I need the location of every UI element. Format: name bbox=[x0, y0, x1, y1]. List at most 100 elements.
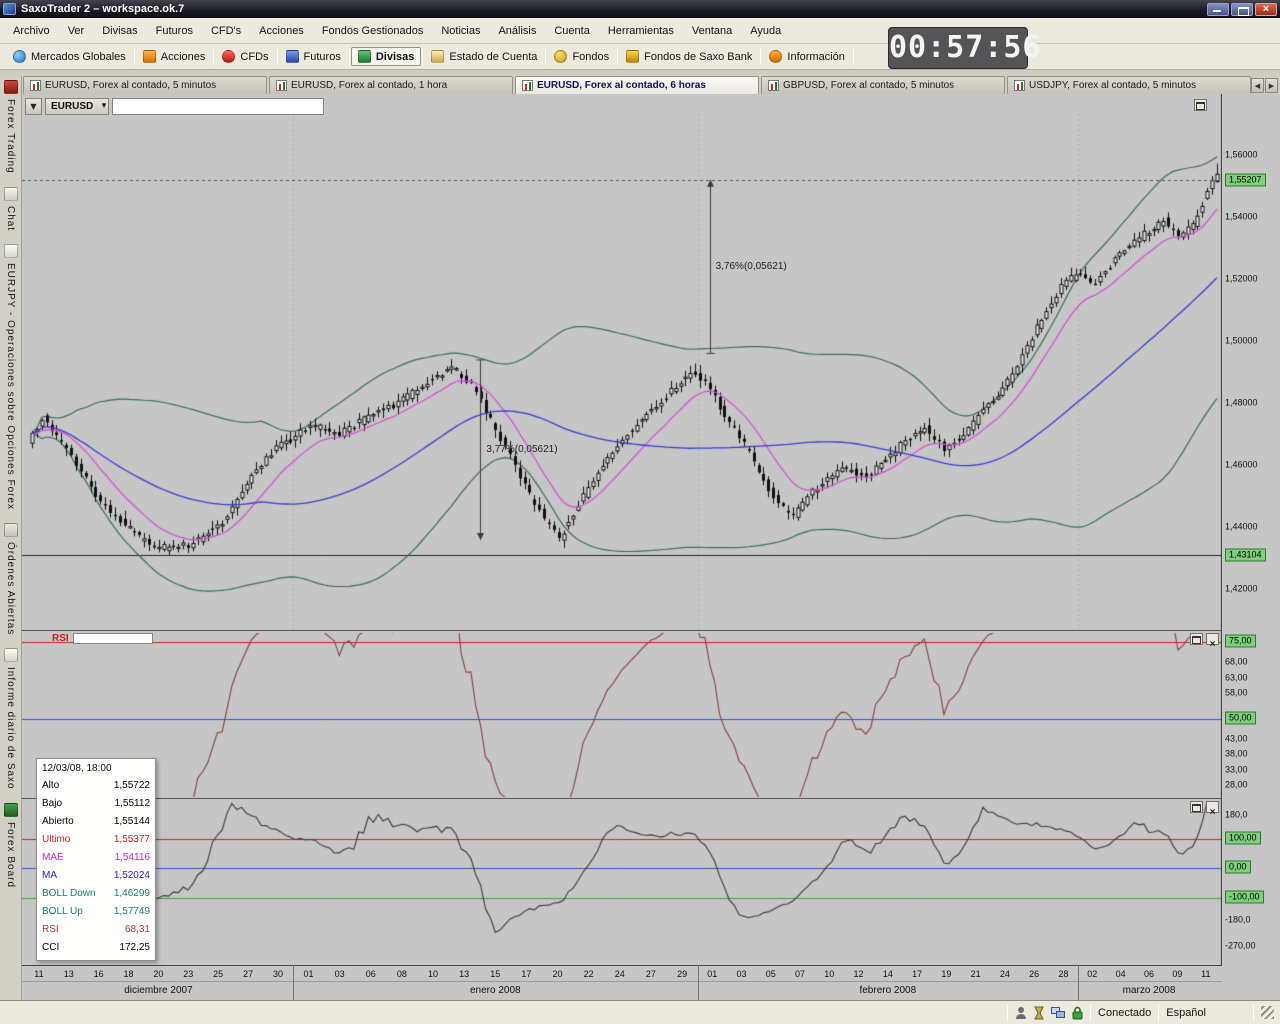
sidebar-item-ordenes-abiertas[interactable]: Órdenes Abiertas bbox=[4, 523, 18, 635]
menu-futuros[interactable]: Futuros bbox=[147, 20, 202, 42]
price-tick: 1,48000 bbox=[1225, 398, 1258, 409]
month-label: marzo 2008 bbox=[1123, 985, 1176, 996]
date-tick: 24 bbox=[615, 969, 625, 979]
sidebar-item-eurjpy-operaciones-sobre-opciones-forex[interactable]: EURJPY - Operaciones sobre Opciones Fore… bbox=[4, 244, 18, 510]
price-axis[interactable]: 1,560001,540001,520001,500001,480001,460… bbox=[1222, 94, 1280, 1000]
menu-acciones[interactable]: Acciones bbox=[250, 20, 313, 42]
statusbar-separator bbox=[1007, 1005, 1008, 1021]
symbol-selector[interactable]: EURUSD bbox=[45, 98, 109, 115]
date-axis[interactable]: 1113161820232527300103060810131517202224… bbox=[22, 965, 1222, 981]
tooltip-row-label: Ultimo bbox=[42, 831, 70, 849]
menu-analisis[interactable]: Análisis bbox=[489, 20, 545, 42]
chart-tab-icon bbox=[522, 80, 533, 91]
measure-annotation-label: 3,77%(0,05621) bbox=[486, 444, 557, 455]
date-tick: 10 bbox=[428, 969, 438, 979]
chart-tab-icon bbox=[276, 80, 287, 91]
toolbar-acciones[interactable]: Acciones bbox=[136, 47, 213, 66]
month-label: enero 2008 bbox=[470, 985, 521, 996]
menu-ver[interactable]: Ver bbox=[59, 20, 94, 42]
sidebar-item-label: Chat bbox=[5, 206, 16, 231]
tooltip-row-label: RSI bbox=[42, 921, 59, 939]
menu-ayuda[interactable]: Ayuda bbox=[741, 20, 790, 42]
language-indicator: Español bbox=[1166, 1007, 1206, 1019]
tab-label: GBPUSD, Forex al contado, 5 minutos bbox=[783, 80, 954, 91]
rsi-tick: 38,00 bbox=[1225, 749, 1248, 760]
menu-ventana[interactable]: Ventana bbox=[683, 20, 741, 42]
toolbar-separator bbox=[760, 48, 761, 65]
menu-noticias[interactable]: Noticias bbox=[432, 20, 489, 42]
rsi-tick: 75,00 bbox=[1225, 635, 1256, 648]
price-tick: 1,54000 bbox=[1225, 212, 1258, 223]
rsi-input[interactable] bbox=[73, 633, 153, 644]
resize-grip-icon[interactable] bbox=[1261, 1006, 1274, 1019]
tab-scroll-left-icon[interactable] bbox=[1251, 78, 1264, 93]
toolbar-futuros[interactable]: Futuros bbox=[279, 47, 348, 66]
rsi-maximize-icon[interactable] bbox=[1190, 633, 1203, 645]
menu-archivo[interactable]: Archivo bbox=[4, 20, 59, 42]
toolbar-fondos[interactable]: Fondos bbox=[547, 47, 616, 66]
tab-gbpusd-forex-al-contado-5-minutos[interactable]: GBPUSD, Forex al contado, 5 minutos bbox=[761, 76, 1005, 94]
tooltip-rows: Alto1,55722Bajo1,55112Abierto1,55144Ulti… bbox=[42, 777, 150, 957]
tooltip-row: Alto1,55722 bbox=[42, 777, 150, 795]
rsi-tick: 58,00 bbox=[1225, 688, 1248, 699]
date-tick: 26 bbox=[1029, 969, 1039, 979]
tooltip-row-value: 1,55722 bbox=[114, 777, 150, 795]
rsi-chart-canvas[interactable] bbox=[22, 630, 1222, 799]
toolbar-mercados-globales[interactable]: Mercados Globales bbox=[6, 47, 133, 66]
sidebar-item-label: EURJPY - Operaciones sobre Opciones Fore… bbox=[5, 263, 16, 510]
sidebar-item-label: Informe diario de Saxo bbox=[5, 667, 16, 790]
date-tick: 09 bbox=[1172, 969, 1182, 979]
sidebar-item-informe-diario-de-saxo[interactable]: Informe diario de Saxo bbox=[4, 648, 18, 790]
rsi-panel-header: RSI bbox=[52, 632, 153, 644]
date-tick: 11 bbox=[34, 969, 43, 979]
tooltip-row-value: 1,55112 bbox=[115, 795, 150, 813]
sidebar-item-forex-trading[interactable]: Forex Trading bbox=[4, 80, 18, 174]
toolbar-separator bbox=[213, 48, 214, 65]
toolbar-cfds[interactable]: CFDs bbox=[215, 47, 275, 66]
rsi-tick: 63,00 bbox=[1225, 672, 1248, 683]
cci-close-icon[interactable] bbox=[1206, 801, 1219, 813]
tab-eurusd-forex-al-contado-6-horas[interactable]: EURUSD, Forex al contado, 6 horas bbox=[515, 76, 759, 94]
menu-cfd-s[interactable]: CFD's bbox=[202, 20, 250, 42]
date-tick: 12 bbox=[854, 969, 864, 979]
tab-usdjpy-forex-al-contado-5-minutos[interactable]: USDJPY, Forex al contado, 5 minutos bbox=[1007, 76, 1251, 94]
chart-menu-dropdown-icon[interactable] bbox=[25, 98, 42, 115]
menu-divisas[interactable]: Divisas bbox=[93, 20, 146, 42]
date-tick: 04 bbox=[1116, 969, 1126, 979]
sidebar-item-forex-board[interactable]: Forex Board bbox=[4, 803, 18, 888]
minimize-icon[interactable] bbox=[1207, 3, 1229, 16]
date-tick: 17 bbox=[521, 969, 531, 979]
cci-tick: 180,0 bbox=[1225, 810, 1248, 821]
tab-eurusd-forex-al-contado-5-minutos[interactable]: EURUSD, Forex al contado, 5 minutos bbox=[23, 76, 267, 94]
sidebar-item-chat[interactable]: Chat bbox=[4, 187, 18, 231]
toolbar-fondos-de-saxo-bank[interactable]: Fondos de Saxo Bank bbox=[619, 47, 759, 66]
cci-maximize-icon[interactable] bbox=[1190, 801, 1203, 813]
toolbar-divisas[interactable]: Divisas bbox=[351, 47, 422, 66]
maximize-panel-icon[interactable] bbox=[1194, 99, 1207, 111]
clock-widget[interactable]: 00:57:56 bbox=[888, 27, 1028, 69]
menu-fondos-gestionados[interactable]: Fondos Gestionados bbox=[313, 20, 433, 42]
maximize-icon[interactable] bbox=[1231, 3, 1253, 16]
toolbar-informacion[interactable]: Información bbox=[762, 47, 851, 66]
toolbar-estado-de-cuenta[interactable]: Estado de Cuenta bbox=[424, 47, 544, 66]
price-tick: 1,42000 bbox=[1225, 584, 1258, 595]
sidebar-item-label: Forex Board bbox=[5, 822, 16, 888]
menu-herramientas[interactable]: Herramientas bbox=[599, 20, 683, 42]
price-chart-canvas[interactable] bbox=[22, 94, 1222, 630]
tab-eurusd-forex-al-contado-1-hora[interactable]: EURUSD, Forex al contado, 1 hora bbox=[269, 76, 513, 94]
rsi-close-icon[interactable] bbox=[1206, 633, 1219, 645]
cci-chart-canvas[interactable] bbox=[22, 798, 1222, 966]
date-tick: 05 bbox=[766, 969, 776, 979]
symbol-search-input[interactable] bbox=[112, 98, 324, 115]
statusbar-separator bbox=[1090, 1005, 1091, 1021]
tab-scroll-right-icon[interactable] bbox=[1265, 78, 1278, 93]
menu-bar: ArchivoVerDivisasFuturosCFD'sAccionesFon… bbox=[0, 18, 1280, 44]
tooltip-row-label: Bajo bbox=[42, 795, 62, 813]
chart-toolbar: EURUSD bbox=[25, 97, 324, 116]
price-tick: 1,46000 bbox=[1225, 460, 1258, 471]
close-icon[interactable] bbox=[1255, 3, 1277, 16]
menu-cuenta[interactable]: Cuenta bbox=[545, 20, 598, 42]
app-icon bbox=[3, 3, 16, 15]
chart-tab-icon bbox=[1014, 80, 1025, 91]
tooltip-row: CCI172,25 bbox=[42, 939, 150, 957]
